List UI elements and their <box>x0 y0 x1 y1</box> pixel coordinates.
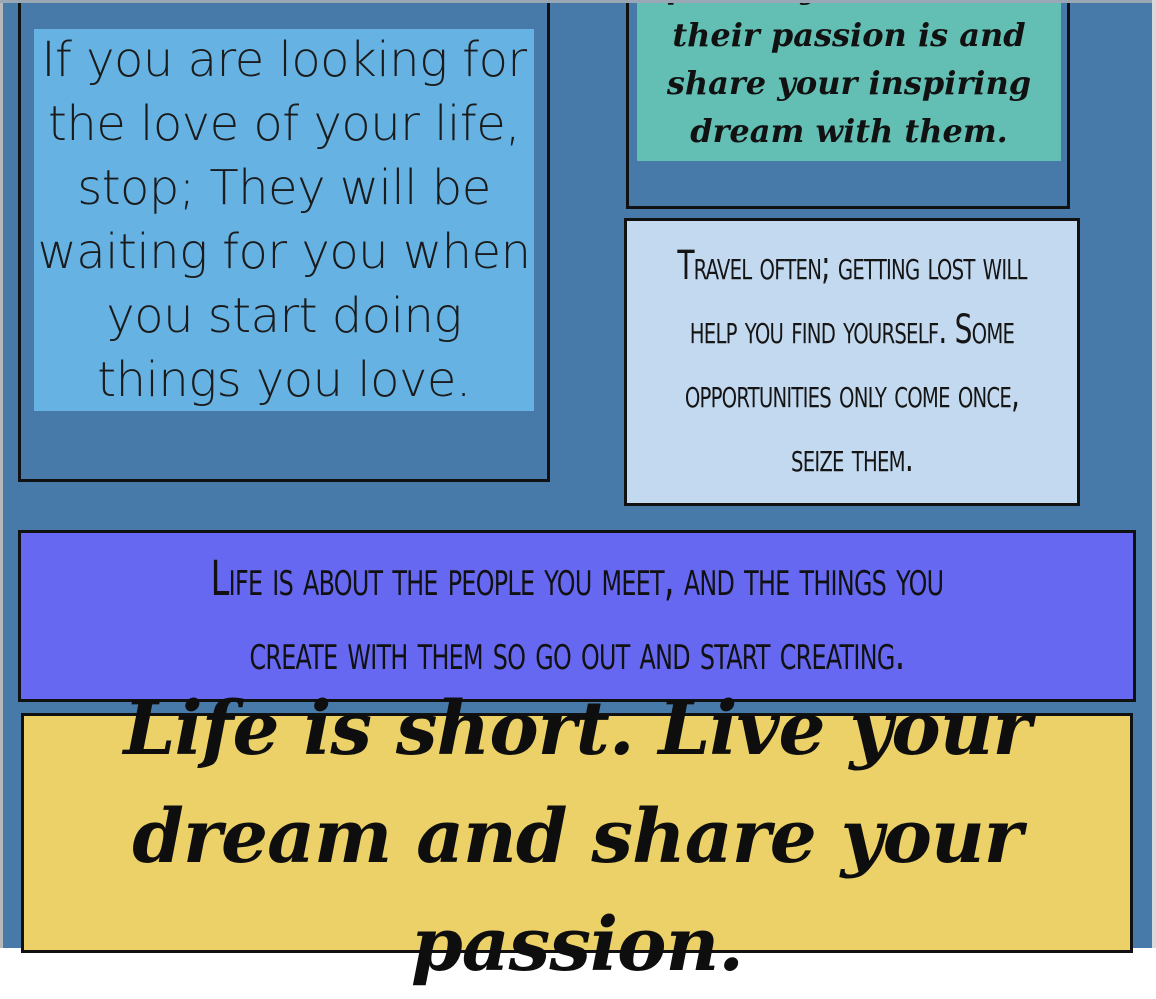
quote-love-text: If you are looking for the love of your … <box>37 32 532 408</box>
quote-card-love: If you are looking for the love of your … <box>18 0 550 482</box>
quote-card-passion-inner: person you see what their passion is and… <box>637 0 1061 161</box>
top-edge-divider <box>0 0 1156 3</box>
quote-card-dream: Life is short. Live your dream and share… <box>21 686 1133 988</box>
quote-travel-text: Travel often; getting lost will help you… <box>677 243 1027 481</box>
quote-card-travel: Travel often; getting lost will help you… <box>624 218 1080 506</box>
slide-canvas: If you are looking for the love of your … <box>0 0 1156 988</box>
quote-passion-text: person you see what their passion is and… <box>666 0 1032 150</box>
right-edge-divider <box>1152 0 1156 948</box>
quote-dream-text: Life is short. Live your dream and share… <box>123 686 1032 988</box>
left-edge-divider <box>0 0 3 948</box>
quote-card-passion: person you see what their passion is and… <box>626 0 1070 209</box>
quote-card-love-inner: If you are looking for the love of your … <box>34 29 534 411</box>
